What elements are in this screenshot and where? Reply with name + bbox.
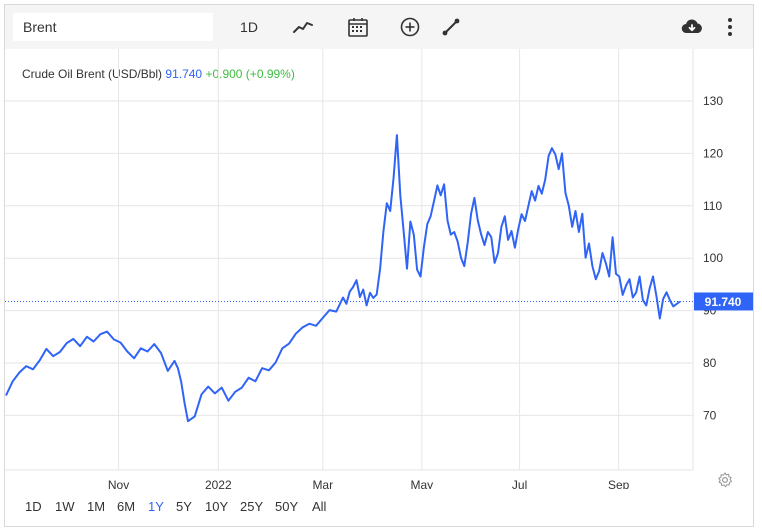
range-button-1w[interactable]: 1W: [55, 494, 75, 520]
y-tick-label: 70: [703, 408, 717, 422]
more-vertical-icon[interactable]: [718, 15, 742, 39]
x-tick-label: Sep: [608, 478, 630, 489]
y-tick-label: 130: [703, 94, 723, 108]
range-button-all[interactable]: All: [312, 494, 326, 520]
range-button-50y[interactable]: 50Y: [275, 494, 298, 520]
price-series-line: [5, 134, 681, 423]
y-tick-label: 80: [703, 356, 717, 370]
price-chart[interactable]: 708090100110120130Nov 2022 Mar May Jul Sep91.…: [5, 49, 753, 489]
y-tick-label: 120: [703, 146, 723, 160]
range-button-1m[interactable]: 1M: [87, 494, 105, 520]
chart-widget: Brent 1D Crude Oil Brent (USD/Bbl) 91.74…: [4, 4, 754, 527]
symbol-search-input[interactable]: Brent: [13, 13, 213, 41]
x-tick-label: Jul: [512, 478, 527, 489]
draw-line-icon[interactable]: [439, 15, 463, 39]
x-tick-label: Nov: [108, 478, 129, 489]
x-tick-label: 2022: [205, 478, 232, 489]
y-tick-label: 100: [703, 251, 723, 265]
range-button-5y[interactable]: 5Y: [176, 494, 192, 520]
x-tick-label: May: [411, 478, 434, 489]
x-tick-label: Mar: [312, 478, 333, 489]
download-cloud-icon[interactable]: [680, 15, 704, 39]
range-button-1d[interactable]: 1D: [25, 494, 42, 520]
add-circle-icon[interactable]: [398, 15, 422, 39]
calendar-icon[interactable]: [346, 15, 370, 39]
range-button-1y[interactable]: 1Y: [148, 494, 164, 520]
y-tick-label: 110: [703, 199, 722, 213]
line-chart-icon[interactable]: [291, 15, 315, 39]
interval-button[interactable]: 1D: [237, 13, 261, 41]
settings-gear-icon[interactable]: [716, 471, 734, 489]
toolbar: Brent 1D: [5, 5, 753, 49]
range-button-6m[interactable]: 6M: [117, 494, 135, 520]
current-price-label: 91.740: [705, 295, 742, 309]
range-button-10y[interactable]: 10Y: [205, 494, 228, 520]
range-button-25y[interactable]: 25Y: [240, 494, 263, 520]
